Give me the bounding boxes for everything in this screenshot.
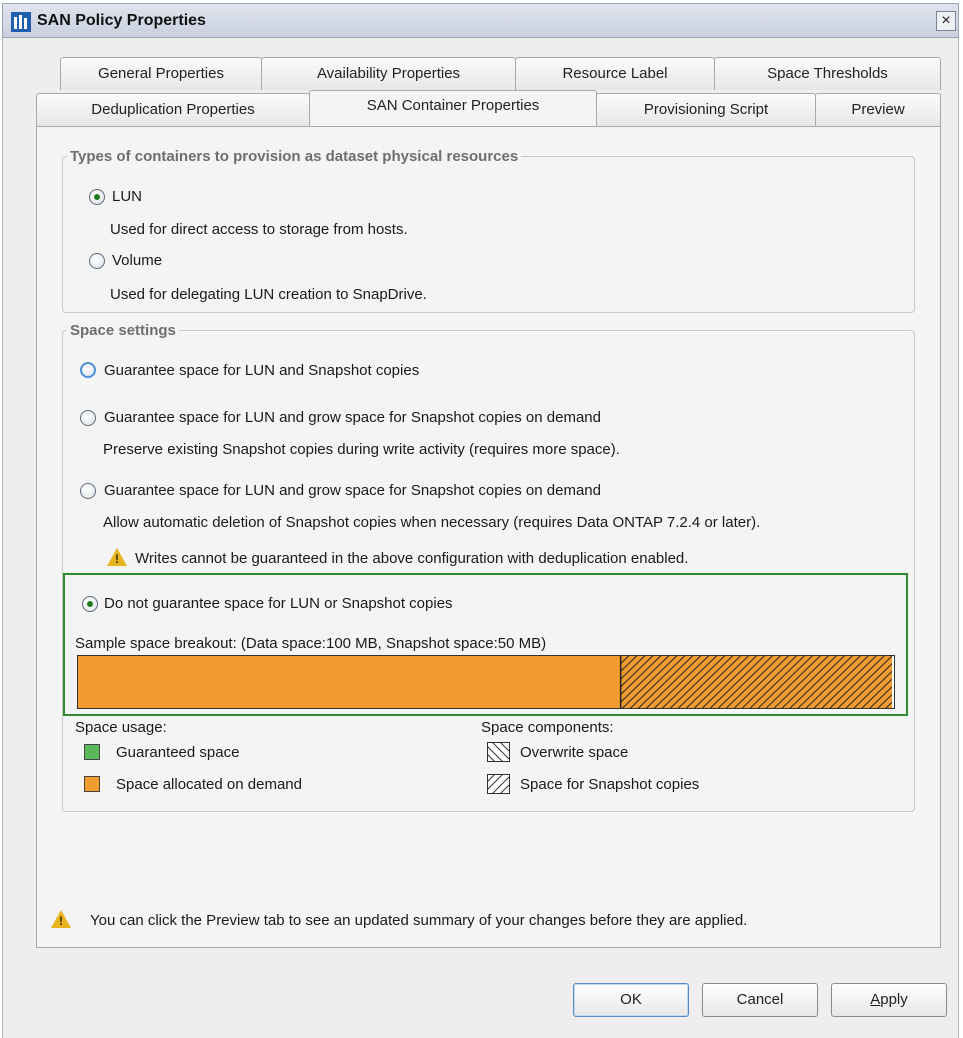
- breakout-label: Sample space breakout: (Data space:100 M…: [75, 635, 547, 652]
- ok-button[interactable]: OK: [573, 983, 689, 1017]
- dedup-warning-text: Writes cannot be guaranteed in the above…: [135, 550, 689, 567]
- snapshot-hatch-icon: [487, 774, 510, 794]
- on-demand-swatch: [84, 776, 100, 792]
- guaranteed-label: Guaranteed space: [116, 744, 240, 761]
- lun-label[interactable]: LUN: [112, 188, 142, 205]
- grow-autodelete-radio[interactable]: [80, 483, 96, 499]
- tab-availability-properties[interactable]: Availability Properties: [261, 57, 516, 90]
- snapshot-space-segment: [620, 656, 893, 708]
- volume-description: Used for delegating LUN creation to Snap…: [110, 286, 427, 303]
- space-settings-group: Space settings: [62, 322, 915, 812]
- no-guarantee-radio[interactable]: [82, 596, 98, 612]
- grow-preserve-description: Preserve existing Snapshot copies during…: [103, 441, 620, 458]
- tab-san-container-properties[interactable]: SAN Container Properties: [309, 90, 597, 126]
- grow-autodelete-label[interactable]: Guarantee space for LUN and grow space f…: [104, 482, 601, 499]
- window-title: SAN Policy Properties: [37, 12, 206, 29]
- tab-general-properties[interactable]: General Properties: [60, 57, 262, 90]
- overwrite-space-label: Overwrite space: [520, 744, 629, 761]
- guarantee-lun-snapshot-radio[interactable]: [80, 362, 96, 378]
- tab-resource-label[interactable]: Resource Label: [515, 57, 715, 90]
- preview-hint-text: You can click the Preview tab to see an …: [90, 912, 748, 929]
- tab-space-thresholds[interactable]: Space Thresholds: [714, 57, 941, 90]
- volume-radio[interactable]: [89, 253, 105, 269]
- volume-label[interactable]: Volume: [112, 252, 162, 269]
- title-bar: SAN Policy Properties ×: [2, 3, 959, 38]
- tab-deduplication-properties[interactable]: Deduplication Properties: [36, 93, 310, 126]
- grow-preserve-label[interactable]: Guarantee space for LUN and grow space f…: [104, 409, 601, 426]
- containers-legend: Types of containers to provision as data…: [70, 148, 519, 165]
- lun-radio[interactable]: [89, 189, 105, 205]
- guaranteed-swatch: [84, 744, 100, 760]
- tab-provisioning-script[interactable]: Provisioning Script: [596, 93, 816, 126]
- space-components-title: Space components:: [481, 719, 614, 736]
- space-breakout-bar: [77, 655, 895, 709]
- apply-rest: pply: [880, 991, 908, 1008]
- guarantee-lun-snapshot-label[interactable]: Guarantee space for LUN and Snapshot cop…: [104, 362, 419, 379]
- space-usage-title: Space usage:: [75, 719, 167, 736]
- no-guarantee-label[interactable]: Do not guarantee space for LUN or Snapsh…: [104, 595, 453, 612]
- grow-preserve-radio[interactable]: [80, 410, 96, 426]
- lun-description: Used for direct access to storage from h…: [110, 221, 408, 238]
- apply-button[interactable]: Apply: [831, 983, 947, 1017]
- overwrite-hatch-icon: [487, 742, 510, 762]
- cancel-button[interactable]: Cancel: [702, 983, 818, 1017]
- on-demand-label: Space allocated on demand: [116, 776, 302, 793]
- apply-mnemonic: A: [870, 991, 881, 1008]
- app-icon: [11, 12, 31, 32]
- space-settings-legend: Space settings: [70, 322, 176, 339]
- snapshot-space-label: Space for Snapshot copies: [520, 776, 700, 793]
- close-button[interactable]: ×: [936, 11, 956, 31]
- grow-autodelete-description: Allow automatic deletion of Snapshot cop…: [103, 514, 761, 531]
- data-space-segment: [78, 656, 621, 708]
- tab-preview[interactable]: Preview: [815, 93, 941, 126]
